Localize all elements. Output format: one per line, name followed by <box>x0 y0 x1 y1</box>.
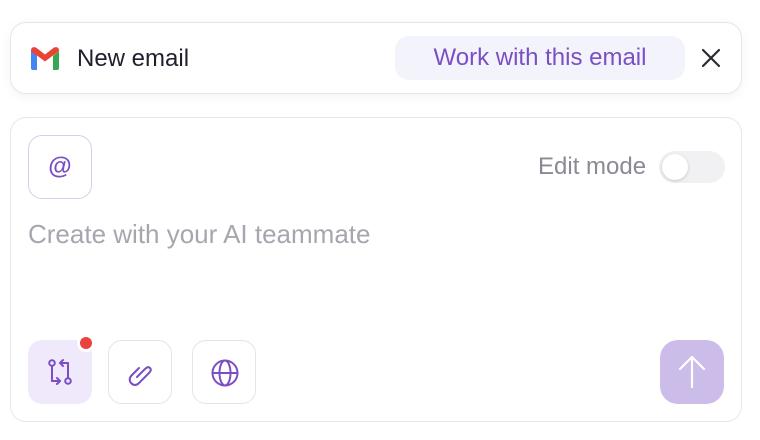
paperclip-icon <box>128 366 152 386</box>
send-button[interactable] <box>660 340 724 404</box>
work-with-email-button[interactable]: Work with this email <box>395 36 685 80</box>
notification-dot <box>77 334 95 352</box>
attach-button[interactable] <box>108 340 172 404</box>
email-title: New email <box>77 45 190 72</box>
switch-context-button[interactable] <box>28 334 95 404</box>
web-search-button[interactable] <box>192 340 256 404</box>
arrow-up-icon <box>678 355 706 389</box>
email-context-card: New email Work with this email <box>10 22 742 94</box>
compose-panel: @ Edit mode <box>10 117 742 422</box>
gmail-icon <box>31 47 59 70</box>
switch-arrows-icon <box>48 359 72 385</box>
prompt-input[interactable] <box>28 214 718 254</box>
globe-icon <box>211 359 239 387</box>
close-icon[interactable] <box>697 44 725 72</box>
edit-mode-toggle[interactable] <box>659 151 725 183</box>
mention-button[interactable]: @ <box>28 135 92 199</box>
toggle-knob <box>662 154 688 180</box>
edit-mode-label: Edit mode <box>538 153 647 180</box>
